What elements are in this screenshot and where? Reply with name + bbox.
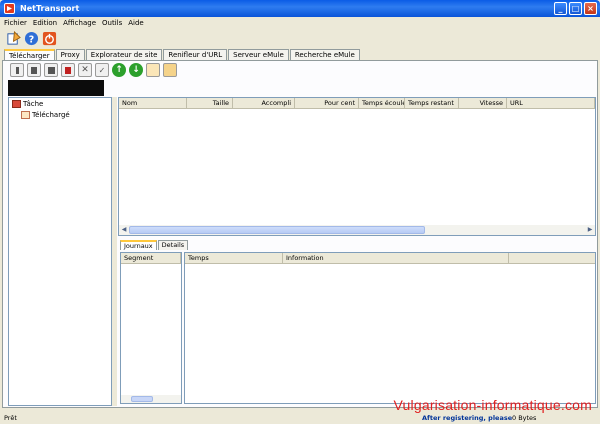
- maximize-button[interactable]: □: [569, 2, 582, 15]
- tab-proxy[interactable]: Proxy: [55, 49, 85, 60]
- open-folder-icon[interactable]: [163, 63, 177, 77]
- task-table[interactable]: Nom Taille Accompli Pour cent Temps écou…: [118, 97, 596, 236]
- app-logo-icon: [4, 3, 15, 14]
- watermark-text: Vulgarisation-informatique.com: [393, 397, 592, 413]
- tab-renifleur[interactable]: Renifleur d'URL: [163, 49, 228, 60]
- col-temps-restant[interactable]: Temps restant: [405, 98, 459, 108]
- delete-icon[interactable]: ✕: [78, 63, 92, 77]
- main-toolbar: ?: [2, 29, 57, 47]
- move-up-icon[interactable]: ↑: [112, 63, 126, 77]
- progress-display: [8, 80, 104, 96]
- col-empty: [509, 253, 595, 263]
- window-title: NetTransport: [20, 4, 80, 13]
- task-tree[interactable]: Tâche Téléchargé: [8, 97, 112, 406]
- menu-aide[interactable]: Aide: [128, 19, 143, 27]
- segment-scroll-thumb[interactable]: [131, 396, 153, 402]
- folder-icon: [21, 110, 30, 119]
- tree-label: Tâche: [23, 99, 44, 108]
- schedule-icon[interactable]: [61, 63, 75, 77]
- help-icon[interactable]: ?: [24, 31, 39, 46]
- segment-scrollbar[interactable]: [121, 395, 181, 403]
- properties-icon[interactable]: ✓: [95, 63, 109, 77]
- svg-text:?: ?: [29, 34, 34, 45]
- start-icon[interactable]: [10, 63, 24, 77]
- scroll-thumb[interactable]: [129, 226, 425, 234]
- status-ready: Prêt: [4, 413, 17, 422]
- bottom-tabs: Journaux Details: [120, 240, 189, 250]
- segment-list[interactable]: Segment: [120, 252, 182, 404]
- log-list[interactable]: Temps Information: [184, 252, 596, 404]
- stop-icon[interactable]: [44, 63, 58, 77]
- menu-edition[interactable]: Edition: [33, 19, 57, 27]
- tree-item-tache[interactable]: Tâche: [9, 98, 111, 109]
- scroll-right-icon[interactable]: ▶: [585, 225, 595, 235]
- status-bytes: 0 Bytes: [512, 413, 537, 422]
- vertical-splitter[interactable]: [112, 97, 117, 406]
- col-temps-ecoule[interactable]: Temps écoulé: [359, 98, 405, 108]
- status-registration[interactable]: After registering, please: [422, 414, 512, 422]
- col-accompli[interactable]: Accompli: [233, 98, 295, 108]
- menu-affichage[interactable]: Affichage: [63, 19, 96, 27]
- move-down-icon[interactable]: ↓: [129, 63, 143, 77]
- menu-fichier[interactable]: Fichier: [4, 19, 27, 27]
- tab-details[interactable]: Details: [157, 240, 189, 250]
- tab-recherche-emule[interactable]: Recherche eMule: [289, 49, 360, 60]
- tab-explorateur[interactable]: Explorateur de site: [85, 49, 163, 60]
- tree-label: Téléchargé: [32, 110, 70, 119]
- tab-serveur-emule[interactable]: Serveur eMule: [228, 49, 289, 60]
- col-pour-cent[interactable]: Pour cent: [295, 98, 359, 108]
- scroll-left-icon[interactable]: ◀: [119, 225, 129, 235]
- task-table-header: Nom Taille Accompli Pour cent Temps écou…: [119, 98, 595, 109]
- horizontal-scrollbar[interactable]: ◀ ▶: [119, 225, 595, 235]
- new-task-icon[interactable]: [6, 30, 21, 46]
- pause-icon[interactable]: [27, 63, 41, 77]
- tab-journaux[interactable]: Journaux: [120, 240, 157, 250]
- col-temps[interactable]: Temps: [185, 253, 283, 263]
- title-bar[interactable]: NetTransport _ □ ×: [0, 0, 600, 17]
- menu-bar: Fichier Edition Affichage Outils Aide: [0, 17, 600, 29]
- task-folder-icon: [12, 99, 21, 108]
- power-icon[interactable]: [42, 31, 57, 46]
- col-segment[interactable]: Segment: [121, 253, 181, 263]
- close-button[interactable]: ×: [584, 2, 597, 15]
- col-nom[interactable]: Nom: [119, 98, 187, 108]
- task-toolbar: ✕ ✓ ↑ ↓: [10, 63, 177, 77]
- menu-outils[interactable]: Outils: [102, 19, 122, 27]
- col-url[interactable]: URL: [507, 98, 595, 108]
- col-vitesse[interactable]: Vitesse: [459, 98, 507, 108]
- tree-item-telecharge[interactable]: Téléchargé: [9, 109, 111, 120]
- col-taille[interactable]: Taille: [187, 98, 233, 108]
- col-information[interactable]: Information: [283, 253, 509, 263]
- open-file-icon[interactable]: [146, 63, 160, 77]
- minimize-button[interactable]: _: [554, 2, 567, 15]
